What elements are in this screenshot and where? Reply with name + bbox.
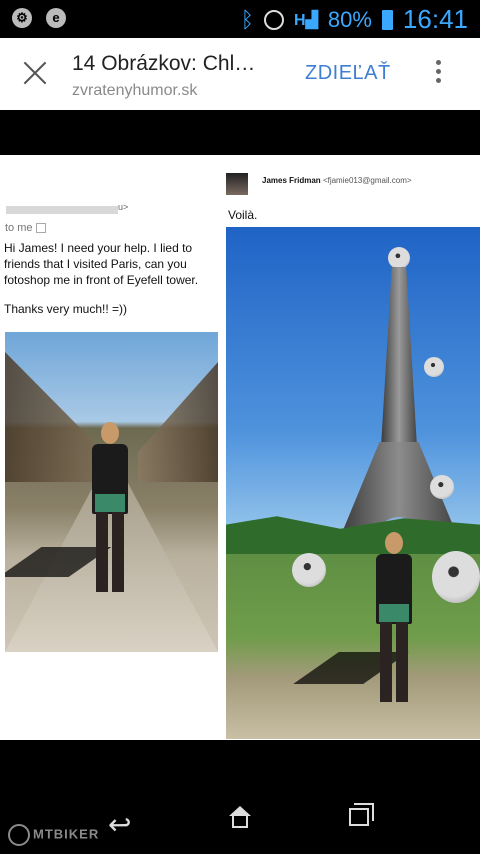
left-email: u> to me Hi James! I need your help. I l… xyxy=(0,155,222,740)
page-url: zvratenyhumor.sk xyxy=(72,82,198,99)
back-icon[interactable]: ↩ xyxy=(108,808,131,841)
avatar xyxy=(226,173,248,195)
reply-text: Voilà. xyxy=(228,208,258,222)
e-icon: e xyxy=(46,8,66,28)
eiffel-tower xyxy=(334,247,464,552)
settings-icon: ⚙ xyxy=(12,8,32,28)
page-title: 14 Obrázkov: Chl… xyxy=(72,52,256,75)
watermark-logo: MTBIKER xyxy=(8,824,99,846)
person-figure xyxy=(374,528,414,702)
gear-logo-icon xyxy=(8,824,30,846)
status-bar: ⚙ e ᛒ H▟ 80% 16:41 xyxy=(0,0,480,38)
close-icon[interactable] xyxy=(22,60,48,86)
alarm-icon xyxy=(264,9,284,30)
email-thanks: Thanks very much!! =)) xyxy=(4,302,128,316)
redacted-sender xyxy=(6,206,118,214)
to-me-label: to me xyxy=(5,222,46,234)
more-options-icon[interactable] xyxy=(436,60,441,87)
recent-apps-icon[interactable] xyxy=(349,803,374,826)
clock: 16:41 xyxy=(402,4,468,34)
original-photo xyxy=(5,332,218,652)
share-button[interactable]: ZDIEĽAŤ xyxy=(305,62,391,85)
article-image: u> to me Hi James! I need your help. I l… xyxy=(0,155,480,740)
email-message: Hi James! I need your help. I lied to fr… xyxy=(4,241,199,287)
right-email: James Fridman <fjamie013@gmail.com> Voil… xyxy=(226,155,480,740)
battery-percent: 80% xyxy=(327,6,372,32)
nav-bar: ↩ MTBIKER xyxy=(0,780,480,854)
bluetooth-icon: ᛒ xyxy=(240,6,254,32)
person-figure xyxy=(90,418,130,592)
signal-icon: H▟ xyxy=(294,11,318,29)
battery-icon xyxy=(381,9,393,30)
sender-line: James Fridman <fjamie013@gmail.com> xyxy=(262,176,412,185)
edited-photo xyxy=(226,227,480,739)
app-bar: 14 Obrázkov: Chl… zvratenyhumor.sk ZDIEĽ… xyxy=(0,38,480,110)
home-icon[interactable] xyxy=(229,806,251,828)
dropdown-icon xyxy=(35,223,46,234)
